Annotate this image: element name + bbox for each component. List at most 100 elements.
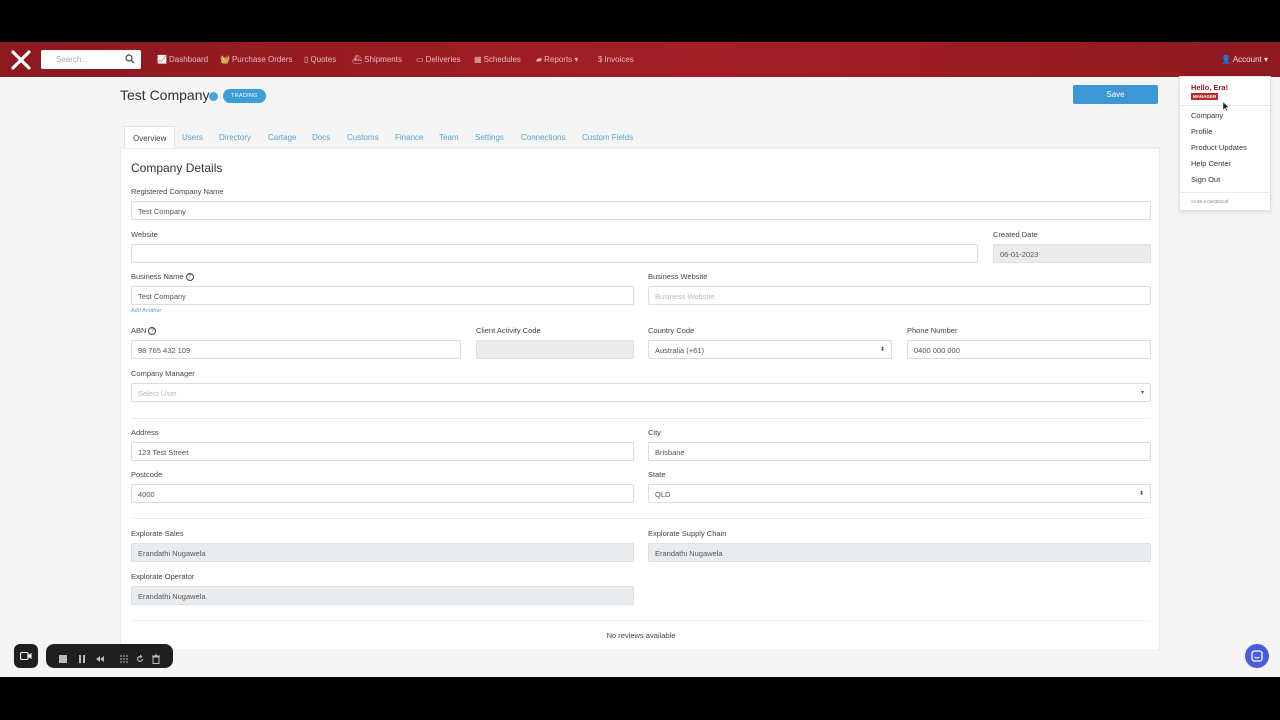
nav-shipments-label: Shipments	[364, 55, 402, 64]
tab-connections[interactable]: Connections	[521, 133, 565, 142]
tab-users[interactable]: Users	[182, 133, 203, 142]
save-button[interactable]: Save	[1073, 85, 1158, 104]
explorate-operator-label: Explorate Operator	[131, 572, 195, 581]
select-arrows-icon: ⬍	[1138, 491, 1144, 497]
state-label: State	[648, 470, 666, 479]
city-field[interactable]: Brisbane	[648, 442, 1151, 461]
divider	[131, 518, 1151, 519]
tab-settings[interactable]: Settings	[475, 133, 504, 142]
tab-finance[interactable]: Finance	[395, 133, 423, 142]
reviews-empty-text: No reviews available	[606, 631, 676, 640]
tab-team[interactable]: Team	[439, 133, 459, 142]
company-manager-select[interactable]: Select User ▾	[131, 383, 1151, 402]
basket-icon: 🧺	[220, 55, 230, 64]
rewind-button[interactable]	[95, 651, 105, 662]
phone-number-field[interactable]: 0400 000 000	[907, 340, 1151, 359]
business-name-label: Business Name?	[131, 272, 194, 282]
nav-schedules-label: Schedules	[483, 55, 521, 64]
document-icon: ▯	[304, 55, 309, 64]
search-icon[interactable]	[125, 54, 135, 64]
search-box[interactable]: Search...	[41, 50, 141, 69]
app-screen: Search... 📈 Dashboard 🧺 Purchase Orders ▯ Q…	[0, 42, 1280, 677]
nav-deliveries[interactable]: ▭ Deliveries	[416, 55, 461, 64]
nav-quotes-label: Quotes	[310, 55, 337, 64]
ship-icon: ⛴	[352, 55, 363, 64]
tab-custom-fields[interactable]: Custom Fields	[582, 133, 633, 142]
tab-directory[interactable]: Directory	[219, 133, 251, 142]
user-icon: 👤	[1221, 55, 1232, 64]
add-another-link[interactable]: Add Another	[131, 308, 161, 314]
restart-icon	[137, 654, 143, 662]
rewind-icon	[96, 656, 104, 662]
role-badge: MANAGER	[1191, 93, 1219, 100]
menu-item-company[interactable]: Company	[1191, 111, 1223, 120]
search-input[interactable]: Search...	[56, 55, 88, 64]
abn-field[interactable]: 98 765 432 109	[131, 340, 461, 359]
nav-schedules[interactable]: ▦ Schedules	[474, 55, 521, 64]
restart-button[interactable]	[135, 651, 145, 662]
recording-toolbar	[46, 644, 173, 668]
business-website-label: Business Website	[648, 272, 708, 281]
pause-icon	[79, 655, 85, 663]
menu-item-product-updates[interactable]: Product Updates	[1191, 143, 1247, 152]
tab-overview[interactable]: Overview	[124, 126, 176, 148]
camera-button[interactable]	[14, 644, 38, 668]
state-select[interactable]: QLD ⬍	[648, 484, 1151, 503]
menu-item-sign-out[interactable]: Sign Out	[1191, 175, 1220, 184]
nav-dashboard[interactable]: 📈 Dashboard	[157, 55, 208, 64]
business-website-field[interactable]: Business Website	[648, 286, 1151, 305]
delete-button[interactable]	[151, 651, 161, 664]
menu-item-help-center[interactable]: Help Center	[1191, 159, 1231, 168]
website-field[interactable]	[131, 244, 978, 263]
chevron-down-icon: ▾	[1140, 390, 1144, 396]
section-title: Company Details	[131, 161, 223, 175]
chevron-down-icon: ▾	[574, 55, 579, 64]
company-tabs: Overview Users Directory Cartage Docs Cu…	[120, 126, 1160, 148]
page-title: Test Company	[120, 87, 210, 103]
postcode-field[interactable]: 4000	[131, 484, 634, 503]
chat-icon	[1251, 650, 1263, 662]
account-label: Account	[1232, 55, 1262, 64]
account-menu-toggle[interactable]: 👤 Account ▾	[1221, 55, 1268, 64]
greeting-text: Hello, Era!	[1191, 83, 1229, 92]
status-badge: TRADING	[223, 89, 266, 103]
tab-customs[interactable]: Customs	[347, 133, 379, 142]
divider	[131, 620, 1151, 621]
address-field[interactable]: 123 Test Street	[131, 442, 634, 461]
country-code-select[interactable]: Australia (+61) ⬍	[648, 340, 892, 359]
company-details-card: Company Details Registered Company Name …	[120, 148, 1160, 651]
grid-button[interactable]	[119, 651, 129, 663]
abn-label: ABN?	[131, 326, 157, 336]
nav-reports[interactable]: ▰ Reports ▾	[536, 55, 578, 64]
explorate-sales-label: Explorate Sales	[131, 529, 184, 538]
client-activity-code-label: Client Activity Code	[476, 326, 541, 335]
pause-button[interactable]	[77, 651, 87, 663]
table-icon: ▦	[474, 55, 482, 64]
nav-quotes[interactable]: ▯ Quotes	[304, 55, 336, 64]
help-icon[interactable]: ?	[185, 273, 194, 282]
divider	[131, 418, 1151, 419]
tab-docs[interactable]: Docs	[312, 133, 330, 142]
nav-deliveries-label: Deliveries	[425, 55, 461, 64]
business-name-field[interactable]: Test Company	[131, 286, 634, 305]
tab-cartage[interactable]: Cartage	[268, 133, 296, 142]
nav-invoices[interactable]: $ Invoices	[598, 55, 634, 64]
registered-name-field[interactable]: Test Company	[131, 201, 1151, 220]
client-activity-code-field	[476, 340, 634, 359]
nav-purchase-orders[interactable]: 🧺 Purchase Orders	[220, 55, 292, 64]
chart-icon: 📈	[157, 55, 167, 64]
brand-logo-icon[interactable]	[11, 50, 31, 70]
nav-shipments[interactable]: ⛴ Shipments	[352, 55, 402, 64]
dollar-icon: $	[598, 55, 603, 64]
calendar-icon: ▭	[416, 55, 424, 64]
video-camera-icon	[20, 651, 32, 661]
select-arrows-icon: ⬍	[879, 347, 885, 353]
city-label: City	[648, 428, 661, 437]
help-icon[interactable]: ?	[148, 327, 157, 336]
website-label: Website	[131, 230, 158, 239]
country-code-value: Australia (+61)	[655, 346, 704, 355]
stop-button[interactable]	[58, 651, 68, 663]
chat-launcher-button[interactable]	[1245, 644, 1269, 668]
explorate-operator-field: Erandathi Nugawela	[131, 586, 634, 605]
menu-item-profile[interactable]: Profile	[1191, 127, 1212, 136]
